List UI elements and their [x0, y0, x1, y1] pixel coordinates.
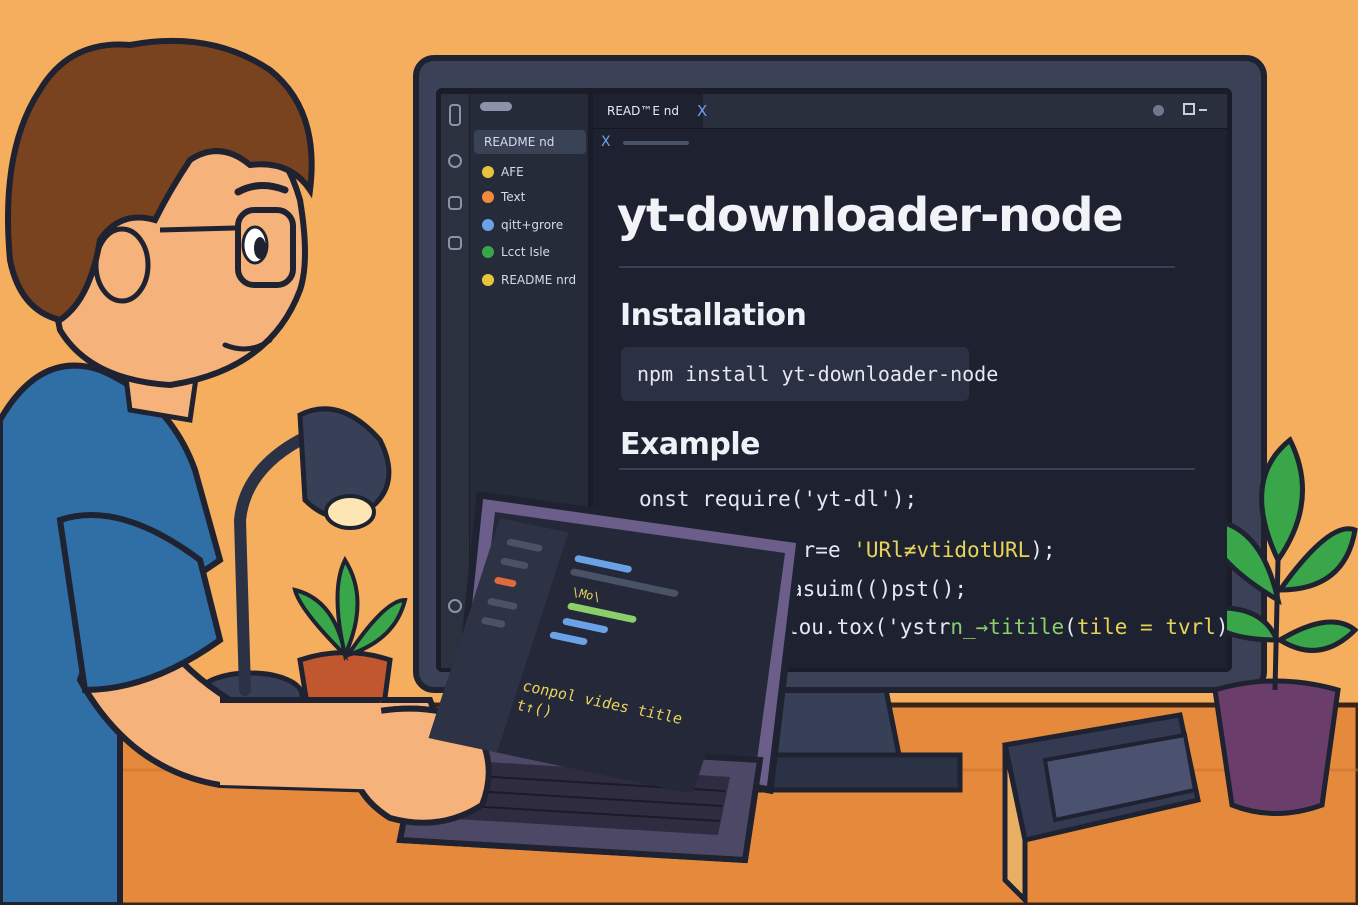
illustration: README nd AFE Text qitt+grore Lcct Isle READ…: [0, 0, 1358, 905]
